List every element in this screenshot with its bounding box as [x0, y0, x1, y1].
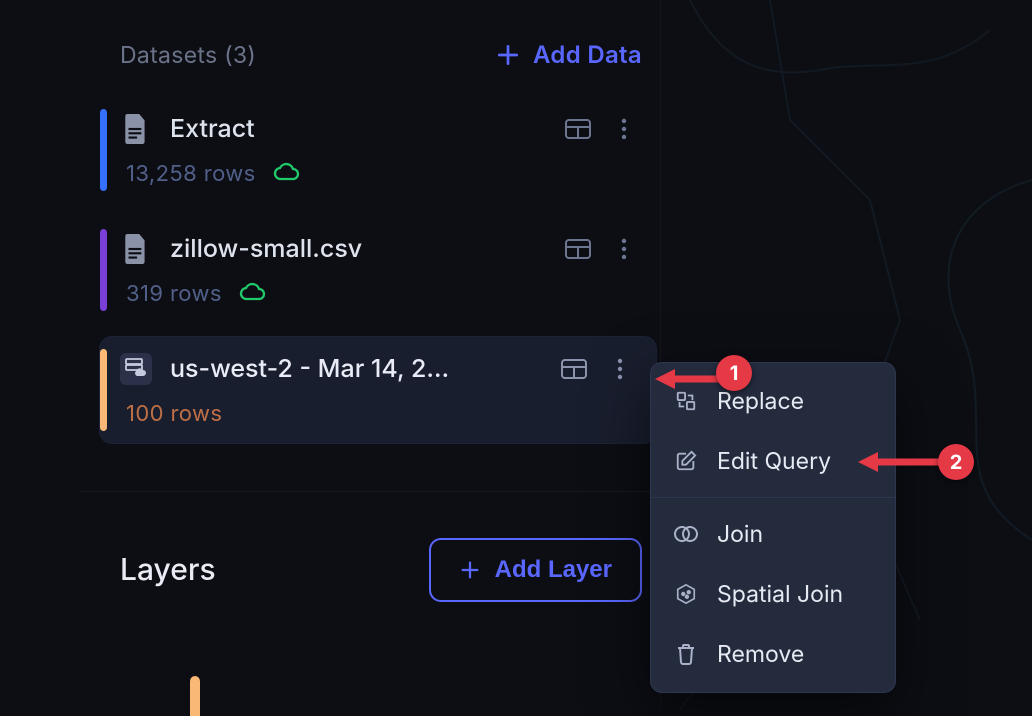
callout-number: 2: [950, 450, 963, 474]
menu-label: Spatial Join: [717, 580, 843, 608]
database-cloud-icon: [120, 353, 152, 385]
cloud-icon: [238, 281, 266, 307]
plus-icon: [495, 42, 521, 68]
file-icon: [120, 233, 152, 265]
datasets-title: Datasets (3): [120, 41, 256, 69]
table-icon[interactable]: [564, 115, 592, 143]
layers-title: Layers: [120, 552, 216, 588]
dataset-accent: [100, 349, 107, 431]
dataset-name: zillow-small.csv: [170, 234, 546, 264]
plus-icon: [459, 559, 481, 581]
menu-remove[interactable]: Remove: [651, 624, 895, 684]
dataset-accent: [100, 109, 107, 191]
callout-number: 1: [730, 361, 739, 385]
dataset-name: us-west-2 - Mar 14, 2…: [170, 354, 542, 384]
add-data-button[interactable]: Add Data: [495, 40, 642, 69]
callout-badge-1: 1: [716, 355, 752, 391]
dataset-item-zillow[interactable]: zillow-small.csv 319 rows: [100, 217, 660, 323]
kebab-icon[interactable]: [606, 355, 634, 383]
dataset-rowcount: 13,258 rows: [126, 161, 256, 187]
kebab-icon[interactable]: [610, 235, 638, 263]
cloud-icon: [272, 161, 300, 187]
dataset-accent: [100, 229, 107, 311]
kebab-icon[interactable]: [610, 115, 638, 143]
dataset-context-menu: Replace Edit Query Join Spatial Join Rem…: [650, 362, 896, 693]
add-data-label: Add Data: [533, 40, 642, 69]
layers-header: Layers Add Layer: [80, 492, 660, 602]
dataset-rowcount: 100 rows: [126, 401, 222, 427]
edit-icon: [673, 448, 699, 474]
dataset-item-extract[interactable]: Extract 13,258 rows: [100, 97, 660, 203]
menu-label: Join: [717, 520, 763, 548]
menu-label: Edit Query: [717, 447, 831, 475]
datasets-header: Datasets (3) Add Data: [80, 0, 660, 97]
file-icon: [120, 113, 152, 145]
add-layer-button[interactable]: Add Layer: [429, 538, 642, 602]
table-icon[interactable]: [564, 235, 592, 263]
spatial-join-icon: [673, 581, 699, 607]
callout-badge-2: 2: [938, 444, 974, 480]
callout-arrow-1: [655, 366, 725, 392]
left-panel: Datasets (3) Add Data Extract 13,258 row…: [80, 0, 661, 710]
table-icon[interactable]: [560, 355, 588, 383]
add-layer-label: Add Layer: [495, 556, 612, 584]
menu-join[interactable]: Join: [651, 504, 895, 564]
dataset-item-uswest2[interactable]: us-west-2 - Mar 14, 2… 100 rows: [100, 337, 656, 443]
join-icon: [673, 521, 699, 547]
dataset-rowcount: 319 rows: [126, 281, 222, 307]
menu-label: Remove: [717, 640, 804, 668]
layer-accent: [190, 676, 200, 716]
menu-spatial-join[interactable]: Spatial Join: [651, 564, 895, 624]
menu-label: Replace: [717, 387, 804, 415]
menu-separator: [651, 497, 895, 498]
trash-icon: [673, 641, 699, 667]
dataset-name: Extract: [170, 114, 546, 144]
callout-arrow-2: [858, 449, 948, 475]
